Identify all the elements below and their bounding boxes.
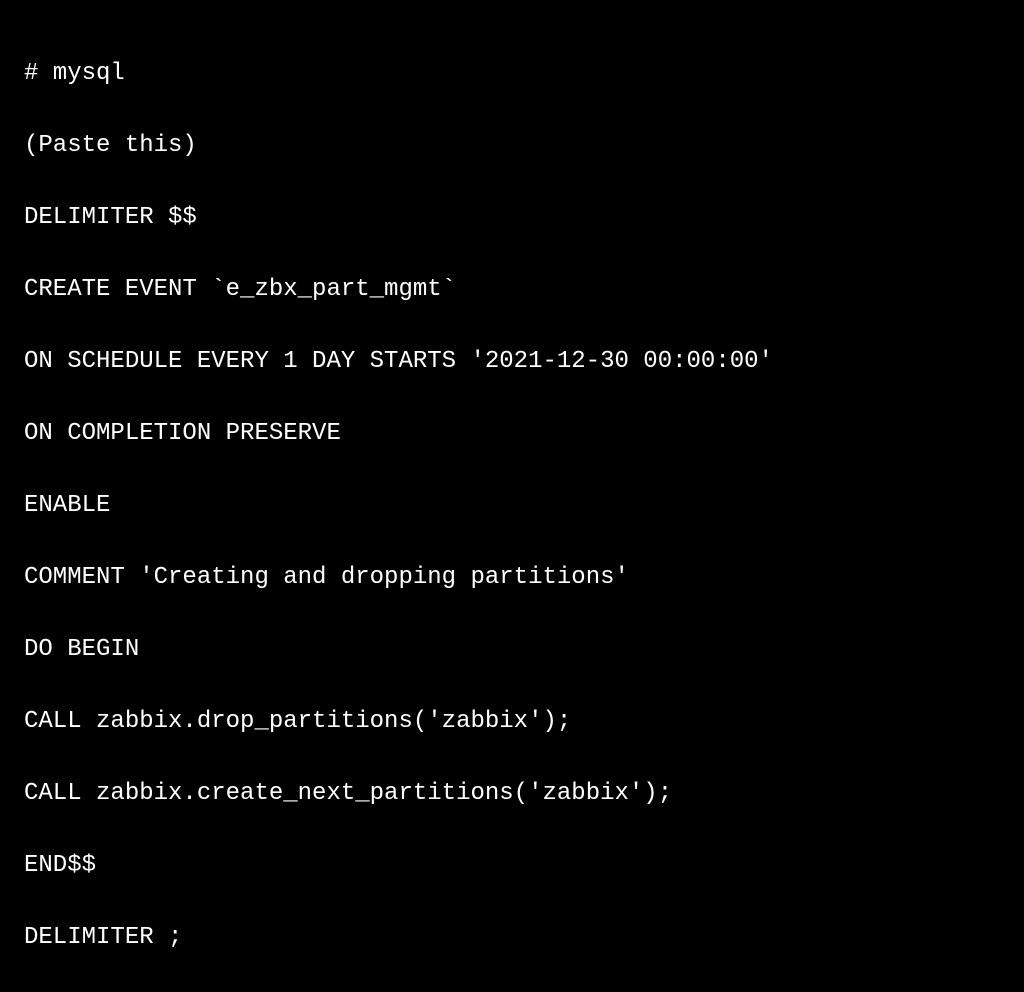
code-line: ON SCHEDULE EVERY 1 DAY STARTS '2021-12-… (24, 344, 1000, 380)
code-block: # mysql (Paste this) DELIMITER $$ CREATE… (24, 20, 1000, 992)
code-line: DO BEGIN (24, 632, 1000, 668)
code-line: CALL zabbix.drop_partitions('zabbix'); (24, 704, 1000, 740)
code-line: END$$ (24, 848, 1000, 884)
code-line: COMMENT 'Creating and dropping partition… (24, 560, 1000, 596)
code-line: DELIMITER ; (24, 920, 1000, 956)
code-line: ENABLE (24, 488, 1000, 524)
code-line: (Paste this) (24, 128, 1000, 164)
code-line: CALL zabbix.create_next_partitions('zabb… (24, 776, 1000, 812)
code-line: ON COMPLETION PRESERVE (24, 416, 1000, 452)
code-line: # mysql (24, 56, 1000, 92)
code-line: CREATE EVENT `e_zbx_part_mgmt` (24, 272, 1000, 308)
code-line: DELIMITER $$ (24, 200, 1000, 236)
